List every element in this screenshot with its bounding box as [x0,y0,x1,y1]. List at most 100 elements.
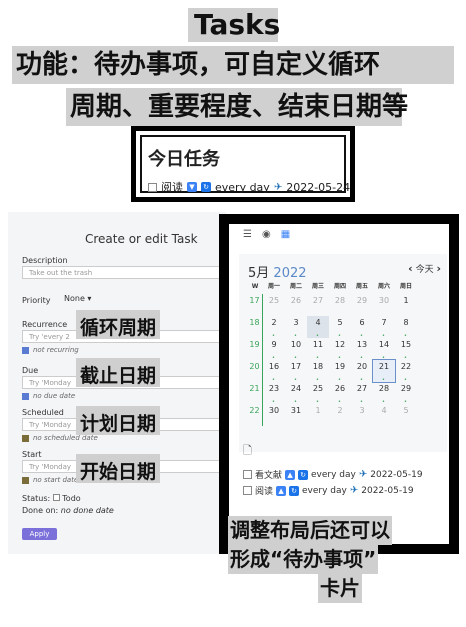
bottom-note: 调整布局后还可以 形成“待办事项” 卡片 [228,516,452,603]
calendar-grid: W 周一 周二 周三 周四 周五 周六 周日 17 25 26 27 28 29 30 1 18 2 • 3 • 4 • 5… [247,280,439,426]
calendar-panel-body: ☰ ◉ ▦ 5月 2022 ‹ 今天 › W 周一 周二 周三 周四 周五 周六 周日 17 2… [229,224,449,544]
calendar-day[interactable]: 16 • [263,360,285,383]
task-checkbox[interactable] [148,182,157,192]
today-task-item: 阅读 ▼ ↻ every day ✈ 2022-05-24 [148,179,350,195]
calendar-day[interactable]: 3 • [285,316,307,339]
calendar-day[interactable]: 29 [351,294,373,316]
calendar-day[interactable]: 25 [263,294,285,316]
weekday-label: 周二 [289,283,302,290]
calendar-day[interactable]: 22 • [395,360,417,383]
calendar-icon[interactable]: ▦ [281,229,290,240]
weekday-label: W [251,283,259,290]
calendar-week-row: 20 16 • 17 • 18 • 19 • 20 • 21 • 22 • [247,359,439,383]
calendar-day[interactable]: 26 [285,294,307,316]
task-checkbox[interactable] [243,470,252,479]
priority-arrow-icon: ▼ [187,182,197,192]
calendar-day[interactable]: 7 • [373,316,395,339]
calendar-day[interactable]: 1 [307,404,329,426]
prev-month-button[interactable]: ‹ [408,262,413,275]
calendar-day[interactable]: 12 • [329,338,351,361]
list-icon[interactable]: ☰ [243,229,252,240]
next-month-button[interactable]: › [436,262,441,275]
calendar-day[interactable]: 30 [373,294,395,316]
calendar-panel: ☰ ◉ ▦ 5月 2022 ‹ 今天 › W 周一 周二 周三 周四 周五 周六 周日 17 2… [219,214,459,554]
calendar-day[interactable]: 18 • [307,360,329,383]
calendar-week-row: 17 25 26 27 28 29 30 1 [247,294,439,316]
calendar-day[interactable]: 6 • [351,316,373,339]
calendar-day[interactable]: 26 • [329,382,351,405]
calendar-day[interactable]: 20 • [351,360,373,383]
calendar-day[interactable]: 31 [285,404,307,426]
calendar-day[interactable]: 5 • [329,316,351,339]
bottom-note-line3: 卡片 [318,574,362,603]
calendar-day[interactable]: 14 • [373,338,395,361]
status-checkbox[interactable] [52,494,60,501]
overlay-recurrence: 循环周期 [76,310,161,339]
edit-task-title: Create or edit Task [85,232,198,246]
calendar-week-row: 18 2 • 3 • 4 • 5 • 6 • 7 • 8 • [247,316,439,339]
week-number[interactable]: 21 [247,382,263,404]
week-number[interactable]: 19 [247,338,263,360]
calendar-day[interactable]: 1 [395,294,417,316]
overlay-due: 截止日期 [76,358,161,387]
start-icon [22,476,29,484]
calendar-day[interactable]: 30 [263,404,285,426]
calendar-day[interactable]: 23 • [263,382,285,405]
calendar-day[interactable]: 29 • [395,382,417,405]
priority-icon: ▲ [276,485,287,496]
priority-select[interactable]: None ▾ [60,294,116,306]
due-date-icon: ✈ [273,181,283,193]
week-number[interactable]: 20 [247,360,263,382]
panel-toolbar: ☰ ◉ ▦ [243,229,290,240]
calendar-day[interactable]: 27 [307,294,329,316]
calendar-week-row: 21 23 • 24 • 25 • 26 • 27 • 28 • 29 • [247,382,439,405]
today-task-card: 今日任务 阅读 ▼ ↻ every day ✈ 2022-05-24 [131,126,355,202]
weekday-label: 周日 [399,283,412,290]
calendar-day[interactable]: 11 • [307,338,329,361]
calendar-day[interactable]: 13 • [351,338,373,361]
task-date: 2022-05-24 [286,180,351,194]
start-label: Start [22,450,42,459]
calendar-day[interactable]: 27 • [351,382,373,405]
calendar-day[interactable]: 2 • [263,316,285,339]
weekday-label: 周五 [355,283,368,290]
calendar-day[interactable]: 4 [373,404,395,426]
calendar-day[interactable]: 9 • [263,338,285,361]
description-input[interactable]: Take out the trash [22,266,226,279]
weekday-label: 周三 [311,283,324,290]
calendar-day[interactable]: 28 [329,294,351,316]
overlay-start: 开始日期 [76,454,161,483]
due-label: Due [22,366,39,375]
calendar-day[interactable]: 17 • [285,360,307,383]
week-number[interactable]: 18 [247,316,263,338]
week-number[interactable]: 22 [247,404,263,426]
priority-icon: ▲ [285,469,296,480]
calendar-day[interactable]: 4 • [307,316,329,339]
task-checkbox[interactable] [243,486,252,495]
done-row: Done on: no done date [22,506,114,515]
weekday-header: W 周一 周二 周三 周四 周五 周六 周日 [247,280,439,294]
apply-button[interactable]: Apply [22,528,57,540]
calendar-day[interactable]: 19 • [329,360,351,383]
recurrence-hint: not recurring [22,346,79,354]
calendar-day[interactable]: 8 • [395,316,417,339]
page-title: Tasks [188,8,280,42]
recurrence-label: Recurrence [22,320,68,329]
calendar-day[interactable]: 2 [329,404,351,426]
calendar-day[interactable]: 24 • [285,382,307,405]
file-icon[interactable]: 🗋 [243,442,252,461]
calendar-day[interactable]: 5 [395,404,417,426]
week-number[interactable]: 17 [247,294,263,316]
calendar-day[interactable]: 25 • [307,382,329,405]
calendar-day[interactable]: 15 • [395,338,417,361]
palette-icon[interactable]: ◉ [262,229,271,240]
task-name: 阅读 [161,181,183,194]
calendar-day[interactable]: 21 • [372,359,396,383]
calendar-day[interactable]: 10 • [285,338,307,361]
calendar-day[interactable]: 28 • [373,382,395,405]
status-row: Status: Todo [22,494,81,503]
today-button[interactable]: 今天 [416,265,434,275]
calendar-day[interactable]: 3 [351,404,373,426]
weekday-label: 周六 [377,283,390,290]
calendar-nav: ‹ 今天 › [408,262,441,275]
